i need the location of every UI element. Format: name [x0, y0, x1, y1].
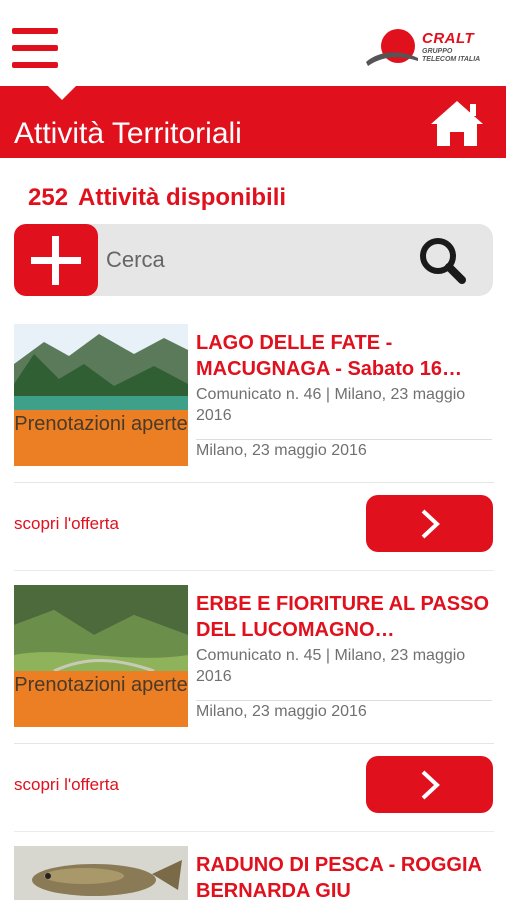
- cralt-logo: CRALT GRUPPO TELECOM ITALIA: [364, 28, 494, 74]
- activity-title[interactable]: LAGO DELLE FATE - MACUGNAGA - Sabato 16…: [196, 330, 496, 382]
- open-offer-button[interactable]: [366, 495, 493, 552]
- activity-image[interactable]: Prenotazioni aperte: [14, 324, 188, 466]
- activity-title[interactable]: ERBE E FIORITURE AL PASSO DEL LUCOMAGNO…: [196, 591, 496, 643]
- home-icon: [431, 101, 483, 146]
- home-button[interactable]: [428, 98, 486, 150]
- activity-title[interactable]: RADUNO DI PESCA - ROGGIA BERNARDA GIU: [196, 852, 496, 900]
- activity-image[interactable]: Prenotazioni aperte: [14, 585, 188, 727]
- activity-date: Milano, 23 maggio 2016: [196, 439, 492, 460]
- search-bar: [14, 224, 493, 296]
- discover-offer-link[interactable]: scopri l'offerta: [14, 514, 119, 534]
- activities-count: 252 Attività disponibili: [28, 184, 286, 212]
- discover-offer-link[interactable]: scopri l'offerta: [14, 775, 119, 795]
- add-filter-button[interactable]: [14, 224, 98, 296]
- search-input[interactable]: [106, 240, 396, 280]
- activity-date: Milano, 23 maggio 2016: [196, 700, 492, 721]
- divider: [14, 570, 494, 571]
- divider: [14, 831, 494, 832]
- search-icon[interactable]: [416, 236, 470, 286]
- activity-description: Comunicato n. 46 | Milano, 23 maggio 201…: [196, 386, 466, 424]
- chevron-right-icon: [421, 509, 440, 539]
- menu-icon[interactable]: [12, 26, 58, 70]
- logo-subtext: GRUPPO TELECOM ITALIA: [422, 48, 481, 63]
- logo-text: CRALT: [422, 30, 475, 47]
- activity-description: Comunicato n. 45 | Milano, 23 maggio 201…: [196, 647, 466, 685]
- activity-image[interactable]: [14, 846, 188, 900]
- booking-badge: Prenotazioni aperte: [14, 671, 188, 727]
- title-bar: Attività Territoriali: [0, 85, 506, 158]
- count-value: 252: [28, 184, 69, 211]
- logo-mark: [366, 29, 418, 66]
- open-offer-button[interactable]: [366, 756, 493, 813]
- divider: [14, 482, 494, 483]
- chevron-right-icon: [421, 770, 440, 800]
- booking-badge: Prenotazioni aperte: [14, 410, 188, 466]
- top-bar: CRALT GRUPPO TELECOM ITALIA: [0, 0, 506, 86]
- divider: [14, 743, 494, 744]
- page-title: Attività Territoriali: [14, 117, 242, 150]
- count-label: Attività disponibili: [78, 184, 287, 211]
- title-notch: [47, 85, 77, 100]
